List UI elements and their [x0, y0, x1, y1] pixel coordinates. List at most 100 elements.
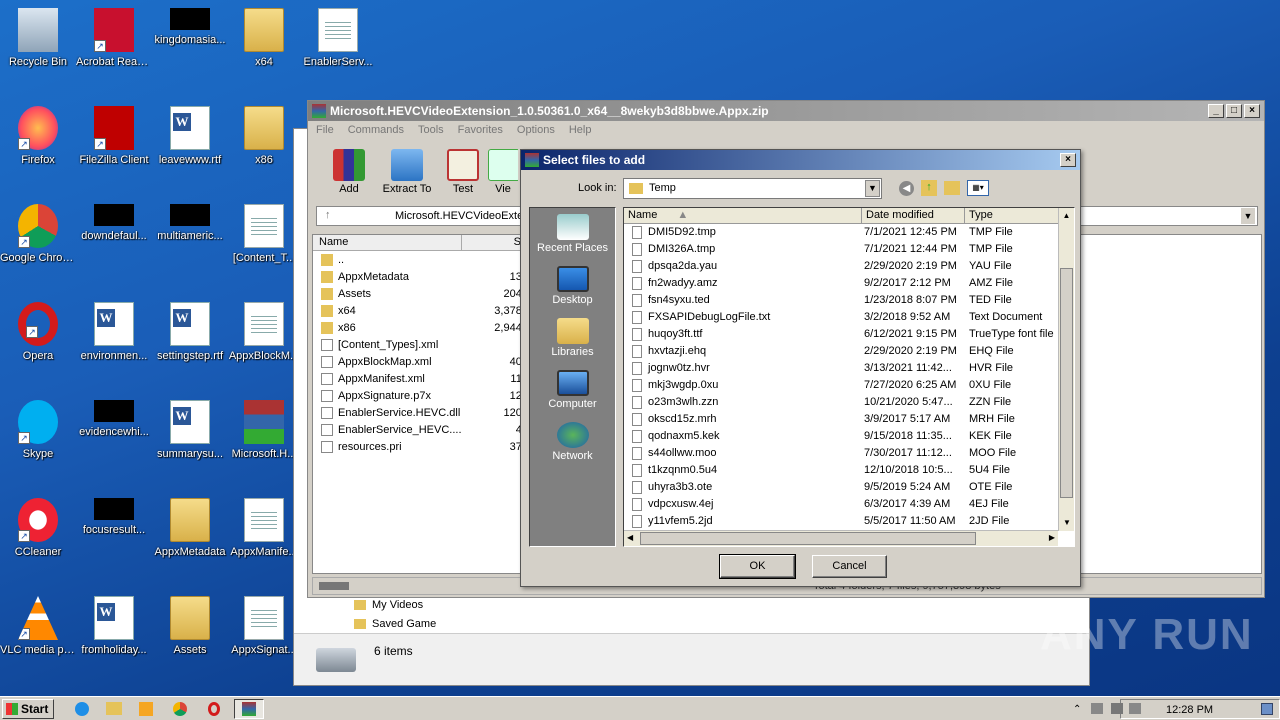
col-size-header[interactable]: S — [461, 235, 525, 251]
desktop-icon-item[interactable]: ↗ CCleaner — [0, 498, 76, 559]
archive-row[interactable]: resources.pri37,5 — [321, 438, 531, 455]
desktop-icon-item[interactable]: AppxManife... — [226, 498, 302, 559]
desktop-icon-item[interactable]: EnablerServ... — [300, 8, 376, 69]
desktop-icon-item[interactable]: focusresult... — [76, 498, 152, 537]
horizontal-scrollbar[interactable]: ◀ ▶ — [624, 530, 1058, 546]
opera-taskbar-icon[interactable] — [200, 699, 228, 719]
chevron-down-icon[interactable]: ▼ — [1241, 208, 1255, 224]
archive-row[interactable]: AppxBlockMap.xml40,0 — [321, 353, 531, 370]
look-in-select[interactable]: Temp ▼ — [623, 178, 882, 199]
file-row[interactable]: okscd15z.mrh 3/9/2017 5:17 AM MRH File — [624, 411, 1058, 428]
test-button[interactable]: Test — [434, 149, 492, 195]
file-row[interactable]: DMI326A.tmp 7/1/2021 12:44 PM TMP File — [624, 241, 1058, 258]
place-desktop[interactable]: Desktop — [530, 266, 615, 312]
view-button[interactable]: Vie — [488, 149, 518, 195]
desktop-icon-item[interactable]: AppxBlockM... — [226, 302, 302, 363]
clock-time[interactable]: 12:28 PM — [1166, 701, 1213, 719]
dialog-title-bar[interactable]: Select files to add × — [521, 150, 1080, 170]
file-list[interactable]: Name ▲ Date modified Type DMI5D92.tmp 7/1/… — [623, 207, 1075, 547]
desktop-icon-item[interactable]: ↗ Skype — [0, 400, 76, 461]
desktop-icon-item[interactable]: ↗ Firefox — [0, 106, 76, 167]
menu-options[interactable]: Options — [517, 124, 555, 136]
place-libraries[interactable]: Libraries — [530, 318, 615, 364]
place-recent[interactable]: Recent Places — [530, 214, 615, 260]
file-row[interactable]: s44ollww.moo 7/30/2017 11:12... MOO File — [624, 445, 1058, 462]
desktop-icon-item[interactable]: ↗ Opera — [0, 302, 76, 363]
desktop-icon-item[interactable]: ↗ Google Chrome — [0, 204, 76, 265]
flag-icon[interactable] — [1091, 703, 1103, 714]
file-row[interactable]: hxvtazji.ehq 2/29/2020 2:19 PM EHQ File — [624, 343, 1058, 360]
dialog-close-button[interactable]: × — [1060, 153, 1076, 167]
menu-commands[interactable]: Commands — [348, 124, 404, 136]
explorer-taskbar-icon[interactable] — [100, 699, 128, 719]
file-row[interactable]: y11vfem5.2jd 5/5/2017 11:50 AM 2JD File — [624, 513, 1058, 530]
archive-row[interactable]: .. — [321, 251, 344, 268]
nav-item-my-videos[interactable]: My Videos — [354, 599, 423, 611]
chevron-down-icon[interactable]: ▼ — [865, 180, 880, 197]
desktop-icon-item[interactable]: ↗ Acrobat Reader DC — [76, 8, 152, 69]
desktop-icon-item[interactable]: evidencewhi... — [76, 400, 152, 439]
archive-row[interactable]: x86 2,944,4 — [321, 319, 531, 336]
menu-favorites[interactable]: Favorites — [458, 124, 503, 136]
desktop-icon-item[interactable]: ↗ VLC media player — [0, 596, 76, 657]
extract-to-button[interactable]: Extract To — [378, 149, 436, 195]
maximize-button[interactable]: □ — [1226, 104, 1242, 118]
ie-taskbar-icon[interactable] — [68, 699, 96, 719]
nav-item-saved-games[interactable]: Saved Game — [354, 618, 436, 630]
media-player-taskbar-icon[interactable] — [132, 699, 160, 719]
desktop-icon-item[interactable]: ↗ FileZilla Client — [76, 106, 152, 167]
up-arrow-icon[interactable]: ↑ — [325, 209, 331, 221]
vertical-scrollbar[interactable]: ▲ ▼ — [1058, 208, 1074, 531]
desktop-icon-item[interactable]: Recycle Bin — [0, 8, 76, 69]
file-row[interactable]: qodnaxm5.kek 9/15/2018 11:35... KEK File — [624, 428, 1058, 445]
up-folder-icon[interactable]: ↑ — [921, 180, 937, 196]
file-row[interactable]: fn2wadyy.amz 9/2/2017 2:12 PM AMZ File — [624, 275, 1058, 292]
winrar-title-bar[interactable]: Microsoft.HEVCVideoExtension_1.0.50361.0… — [308, 101, 1264, 121]
desktop-icon-item[interactable]: AppxMetadata — [152, 498, 228, 559]
file-row[interactable]: t1kzqnm0.5u4 12/10/2018 10:5... 5U4 File — [624, 462, 1058, 479]
minimize-button[interactable]: _ — [1208, 104, 1224, 118]
archive-row[interactable]: EnablerService.HEVC.dll 120,8 — [321, 404, 531, 421]
desktop-icon-item[interactable]: Assets — [152, 596, 228, 657]
desktop-icon-item[interactable]: AppxSignat... — [226, 596, 302, 657]
file-row[interactable]: DMI5D92.tmp 7/1/2021 12:45 PM TMP File — [624, 224, 1058, 241]
menu-file[interactable]: File — [316, 124, 334, 136]
col-name-header[interactable]: Name ▲ — [624, 208, 862, 224]
menu-help[interactable]: Help — [569, 124, 592, 136]
file-row[interactable]: mkj3wgdp.0xu 7/27/2020 6:25 AM 0XU File — [624, 377, 1058, 394]
cancel-button[interactable]: Cancel — [812, 555, 887, 578]
file-row[interactable]: vdpcxusw.4ej 6/3/2017 4:39 AM 4EJ File — [624, 496, 1058, 513]
back-icon[interactable]: ◀ — [899, 181, 914, 196]
desktop-icon-item[interactable]: downdefaul... — [76, 204, 152, 243]
archive-row[interactable]: AppxMetadata13,1 — [321, 268, 531, 285]
file-row[interactable]: FXSAPIDebugLogFile.txt 3/2/2018 9:52 AM Te… — [624, 309, 1058, 326]
new-folder-icon[interactable] — [944, 181, 960, 195]
col-date-header[interactable]: Date modified — [862, 208, 965, 224]
start-button[interactable]: Start — [2, 699, 54, 719]
desktop-icon-item[interactable]: Microsoft.H... — [226, 400, 302, 461]
file-row[interactable]: uhyra3b3.ote 9/5/2019 5:24 AM OTE File — [624, 479, 1058, 496]
view-menu-icon[interactable]: ▦▾ — [967, 180, 989, 196]
archive-row[interactable]: AppxManifest.xml11,4 — [321, 370, 531, 387]
desktop-icon-item[interactable]: Wsummarysu... — [152, 400, 228, 461]
archive-row[interactable]: x64 3,378,5 — [321, 302, 531, 319]
chrome-taskbar-icon[interactable] — [166, 699, 194, 719]
hscroll-thumb[interactable] — [640, 532, 976, 545]
place-network[interactable]: Network — [530, 422, 615, 468]
file-row[interactable]: o23m3wlh.zzn 10/21/2020 5:47... ZZN File — [624, 394, 1058, 411]
file-row[interactable]: jognw0tz.hvr 3/13/2021 11:42... HVR File — [624, 360, 1058, 377]
select-files-dialog[interactable]: Select files to add × Look in: Temp ▼ ◀ … — [520, 149, 1081, 587]
ok-button[interactable]: OK — [719, 554, 796, 579]
archive-row[interactable]: Assets 204,6 — [321, 285, 531, 302]
col-type-header[interactable]: Type — [965, 208, 1059, 224]
file-row[interactable]: dpsqa2da.yau 2/29/2020 2:19 PM YAU File — [624, 258, 1058, 275]
tray-expand-icon[interactable]: ⌃ — [1073, 701, 1081, 719]
volume-icon[interactable] — [1129, 703, 1141, 714]
winrar-taskbar-icon[interactable] — [234, 699, 264, 719]
archive-row[interactable]: AppxSignature.p7x12,0 — [321, 387, 531, 404]
file-row[interactable]: huqoy3ft.ttf 6/12/2021 9:15 PM TrueType fo… — [624, 326, 1058, 343]
archive-row[interactable]: [Content_Types].xml7 — [321, 336, 531, 353]
desktop-icon-item[interactable]: kingdomasia... — [152, 8, 228, 47]
file-row[interactable]: fsn4syxu.ted 1/23/2018 8:07 PM TED File — [624, 292, 1058, 309]
desktop-icon-item[interactable]: x64 — [226, 8, 302, 69]
